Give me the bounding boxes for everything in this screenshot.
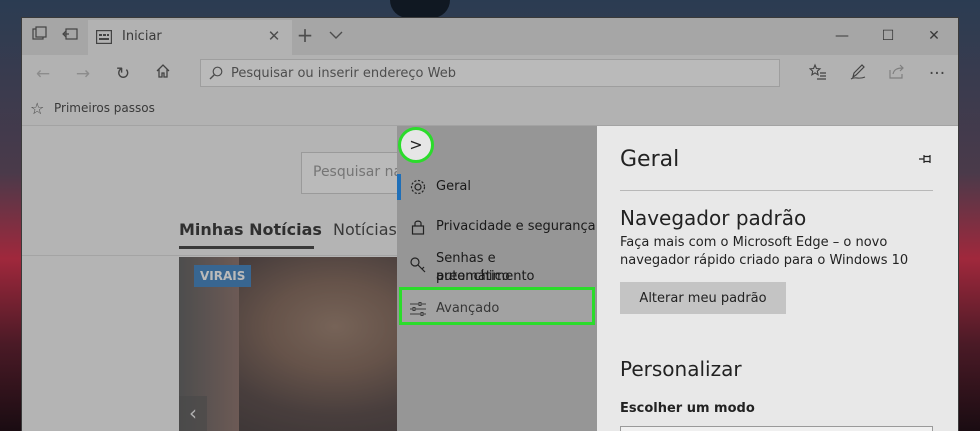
key-icon [410,257,426,273]
avancado-highlight [399,287,595,325]
settings-nav: Geral Privacidade e segurança Senhas e p… [397,126,597,431]
settings-pane: Geral Navegador padrão Faça mais com o M… [597,126,958,431]
dim-overlay [22,126,397,431]
settings-title-divider [620,190,933,191]
mode-label: Escolher um modo [620,401,755,416]
gear-icon [410,179,426,195]
settings-nav-senhas[interactable]: Senhas e preenchimento automático [397,248,597,288]
settings-nav-label: Geral [436,179,471,194]
personalize-heading: Personalizar [620,357,742,381]
lock-icon [411,220,425,235]
settings-nav-label-line2: automático [436,269,510,284]
settings-nav-privacidade[interactable]: Privacidade e segurança [397,214,597,240]
mode-select[interactable] [620,426,933,431]
desktop-background-shape [390,0,450,18]
expand-settings-button[interactable]: > [398,127,434,163]
settings-nav-label: Privacidade e segurança [436,219,596,234]
default-browser-description: Faça mais com o Microsoft Edge – o novo … [620,235,909,268]
pin-icon[interactable] [917,150,935,168]
settings-nav-geral[interactable]: Geral [397,174,597,200]
settings-title: Geral [620,147,680,172]
change-default-button[interactable]: Alterar meu padrão [620,282,786,314]
default-browser-heading: Navegador padrão [620,206,807,230]
chevron-right-icon: > [409,135,423,154]
dim-overlay-top [22,18,958,126]
browser-window: Iniciar ✕ + — ☐ ✕ ← → ↻ ··· ☆ Pr [22,18,958,431]
